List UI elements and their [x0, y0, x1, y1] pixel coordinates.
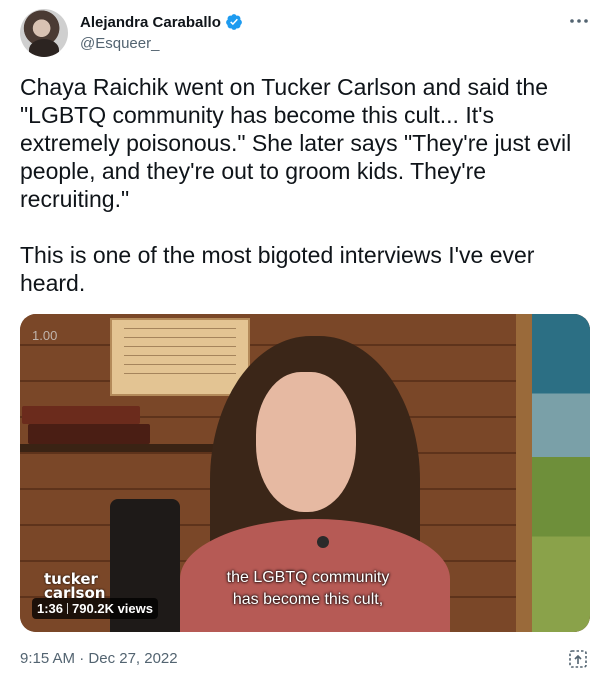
- tweet-time-link[interactable]: 9:15 AM · Dec 27, 2022: [20, 650, 178, 667]
- video-necklace: [317, 536, 329, 548]
- video-stats-badge: 1:36 790.2K views: [32, 598, 158, 619]
- stats-divider: [67, 603, 69, 614]
- avatar[interactable]: [20, 9, 68, 57]
- video-book: [28, 424, 150, 444]
- caption-line-1: the LGBTQ community: [226, 569, 390, 586]
- share-icon[interactable]: [567, 648, 589, 670]
- verified-badge-icon[interactable]: [225, 13, 243, 31]
- tweet-card: Alejandra Caraballo @Esqueer_ Chaya Raic…: [0, 0, 608, 680]
- tweet-timestamp: 9:15 AM · Dec 27, 2022: [20, 650, 178, 667]
- video-caption: the LGBTQ community has become this cult…: [213, 567, 403, 611]
- video-views: 790.2K views: [72, 601, 153, 616]
- more-icon[interactable]: [568, 12, 590, 30]
- caption-line-2: has become this cult,: [232, 591, 384, 608]
- timestamp-separator: ·: [79, 650, 85, 667]
- tweet-text: Chaya Raichik went on Tucker Carlson and…: [20, 74, 572, 296]
- video-duration: 1:36: [37, 601, 64, 616]
- video-player[interactable]: 1.00 the LGBTQ community has become this…: [20, 314, 590, 632]
- video-painting: [532, 314, 590, 632]
- author-handle[interactable]: @Esqueer_: [80, 35, 159, 52]
- channel-logo: tucker carlson: [44, 572, 105, 601]
- video-book: [22, 406, 140, 424]
- video-whiteboard: [110, 318, 250, 396]
- video-shelf: [20, 444, 240, 452]
- tweet-date: Dec 27, 2022: [88, 650, 178, 667]
- author-name-row: Alejandra Caraballo: [80, 13, 243, 31]
- video-person-face: [256, 372, 356, 512]
- tweet-time: 9:15 AM: [20, 650, 76, 667]
- playback-speed: 1.00: [32, 328, 58, 343]
- author-display-name[interactable]: Alejandra Caraballo: [80, 14, 221, 31]
- video-frame-edge: [516, 314, 532, 632]
